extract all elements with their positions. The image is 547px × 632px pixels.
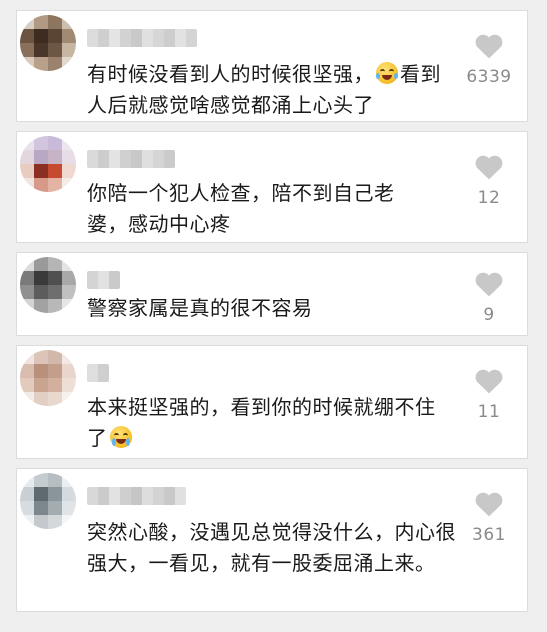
username[interactable] <box>87 150 175 168</box>
like-count: 9 <box>483 305 495 325</box>
comment-text: 有时候没看到人的时候很坚强， 看到人后就感觉啥感觉都涌上心头了 <box>87 59 447 121</box>
like-button[interactable]: 11 <box>459 368 519 422</box>
like-count: 6339 <box>466 67 512 87</box>
username[interactable] <box>87 29 197 47</box>
comment-text-part: 你陪一个犯人检查，陪不到自己老婆，感动中心疼 <box>87 181 395 236</box>
heart-icon[interactable] <box>474 154 504 180</box>
avatar[interactable] <box>20 257 76 313</box>
like-button[interactable]: 12 <box>459 154 519 208</box>
comment-text: 突然心酸，没遇见总觉得没什么，内心很强大，一看见，就有一股委屈涌上来。 <box>87 517 457 579</box>
comment-text: 警察家属是真的很不容易 <box>87 293 447 324</box>
comment-text-part: 本来挺坚强的，看到你的时候就绷不住了 <box>87 395 436 450</box>
heart-icon[interactable] <box>474 368 504 394</box>
heart-icon[interactable] <box>474 491 504 517</box>
loudly-crying-emoji <box>109 426 132 448</box>
comment-card: 本来挺坚强的，看到你的时候就绷不住了 11 <box>16 345 528 459</box>
rolling-laughing-emoji <box>376 62 398 84</box>
like-button[interactable]: 9 <box>459 271 519 325</box>
comment-text-part: 警察家属是真的很不容易 <box>87 296 313 320</box>
comment-text: 本来挺坚强的，看到你的时候就绷不住了 <box>87 392 447 454</box>
comment-card: 有时候没看到人的时候很坚强， 看到人后就感觉啥感觉都涌上心头了 6339 <box>16 10 528 122</box>
heart-icon[interactable] <box>474 33 504 59</box>
like-count: 11 <box>477 402 501 422</box>
username[interactable] <box>87 487 186 505</box>
avatar[interactable] <box>20 473 76 529</box>
comment-card: 警察家属是真的很不容易 9 <box>16 252 528 336</box>
like-count: 361 <box>472 525 506 545</box>
comment-text: 你陪一个犯人检查，陪不到自己老婆，感动中心疼 <box>87 178 427 240</box>
comment-card: 突然心酸，没遇见总觉得没什么，内心很强大，一看见，就有一股委屈涌上来。 361 <box>16 468 528 612</box>
like-button[interactable]: 6339 <box>459 33 519 87</box>
avatar[interactable] <box>20 350 76 406</box>
comment-card: 你陪一个犯人检查，陪不到自己老婆，感动中心疼 12 <box>16 131 528 243</box>
comment-text-part: 有时候没看到人的时候很坚强， <box>87 62 374 86</box>
heart-icon[interactable] <box>474 271 504 297</box>
username[interactable] <box>87 271 120 289</box>
like-count: 12 <box>477 188 501 208</box>
username[interactable] <box>87 364 109 382</box>
avatar[interactable] <box>20 136 76 192</box>
comment-text-part: 突然心酸，没遇见总觉得没什么，内心很强大，一看见，就有一股委屈涌上来。 <box>87 520 456 575</box>
avatar[interactable] <box>20 15 76 71</box>
like-button[interactable]: 361 <box>459 491 519 545</box>
